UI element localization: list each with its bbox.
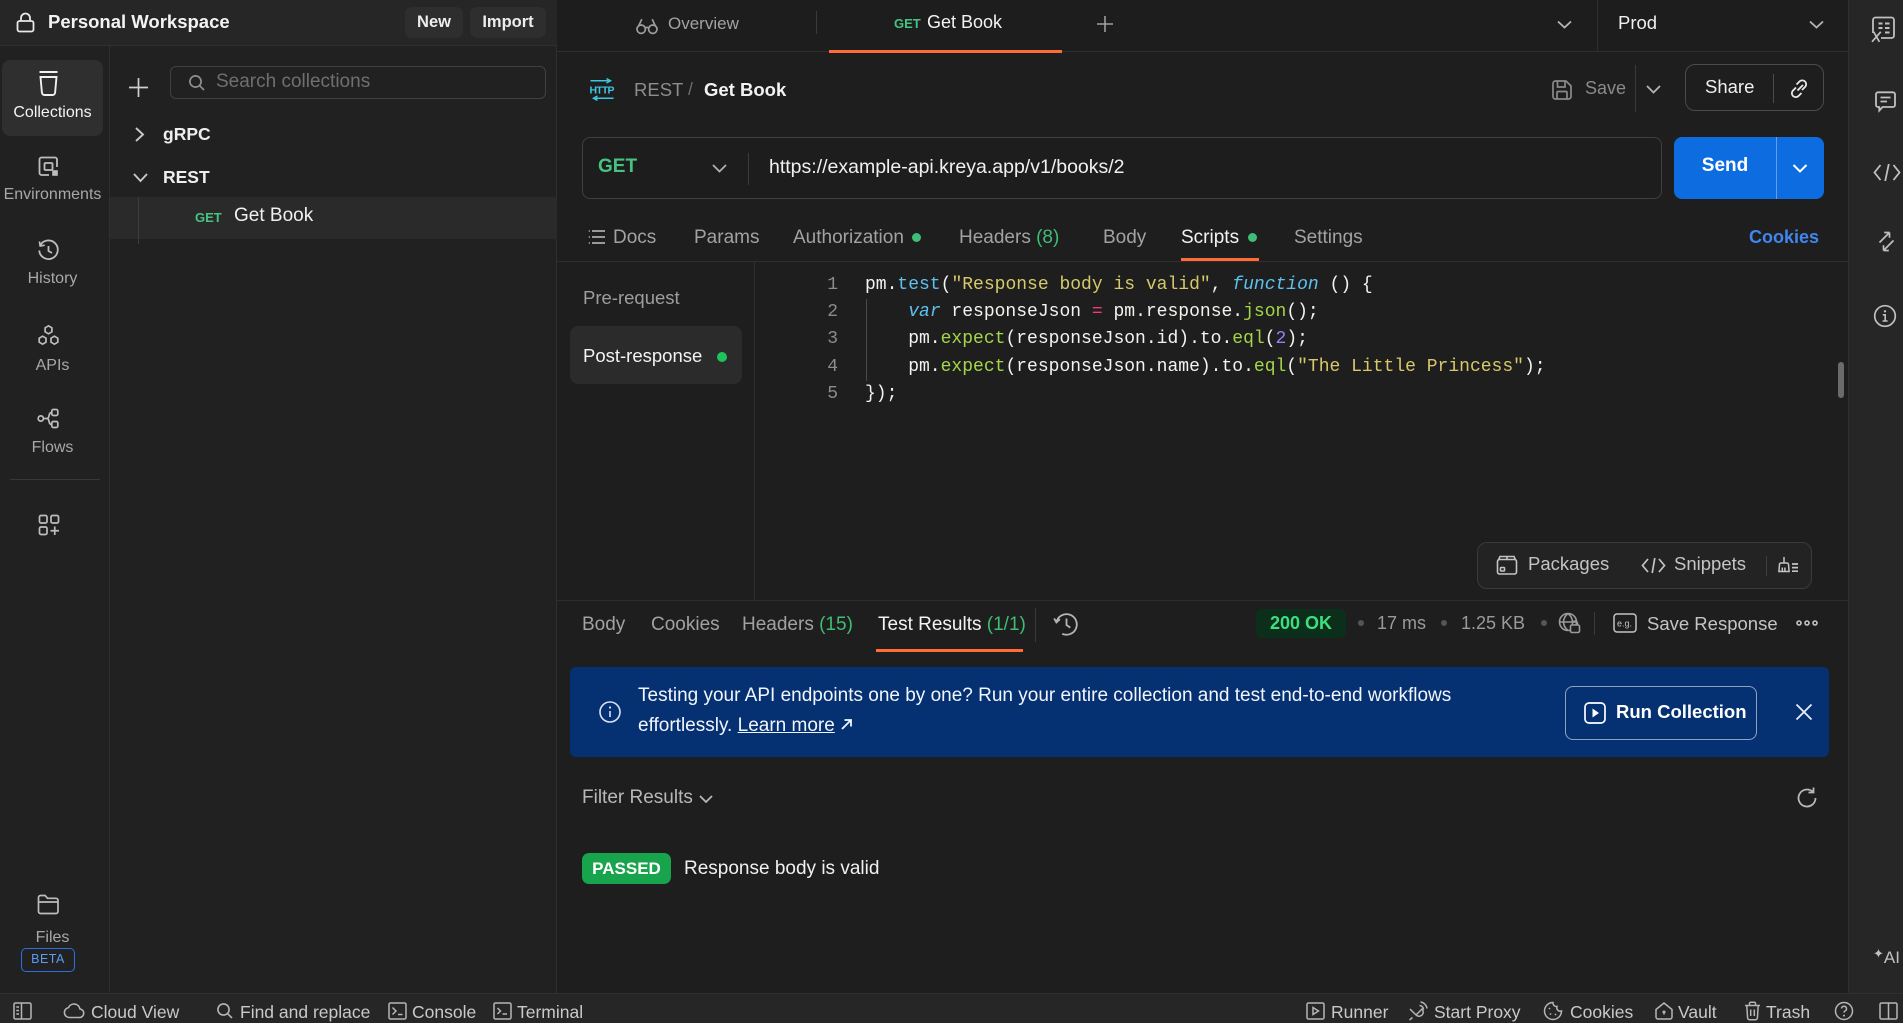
svg-text:HTTP: HTTP bbox=[590, 85, 615, 97]
svg-text:e.g.: e.g. bbox=[1617, 619, 1632, 629]
